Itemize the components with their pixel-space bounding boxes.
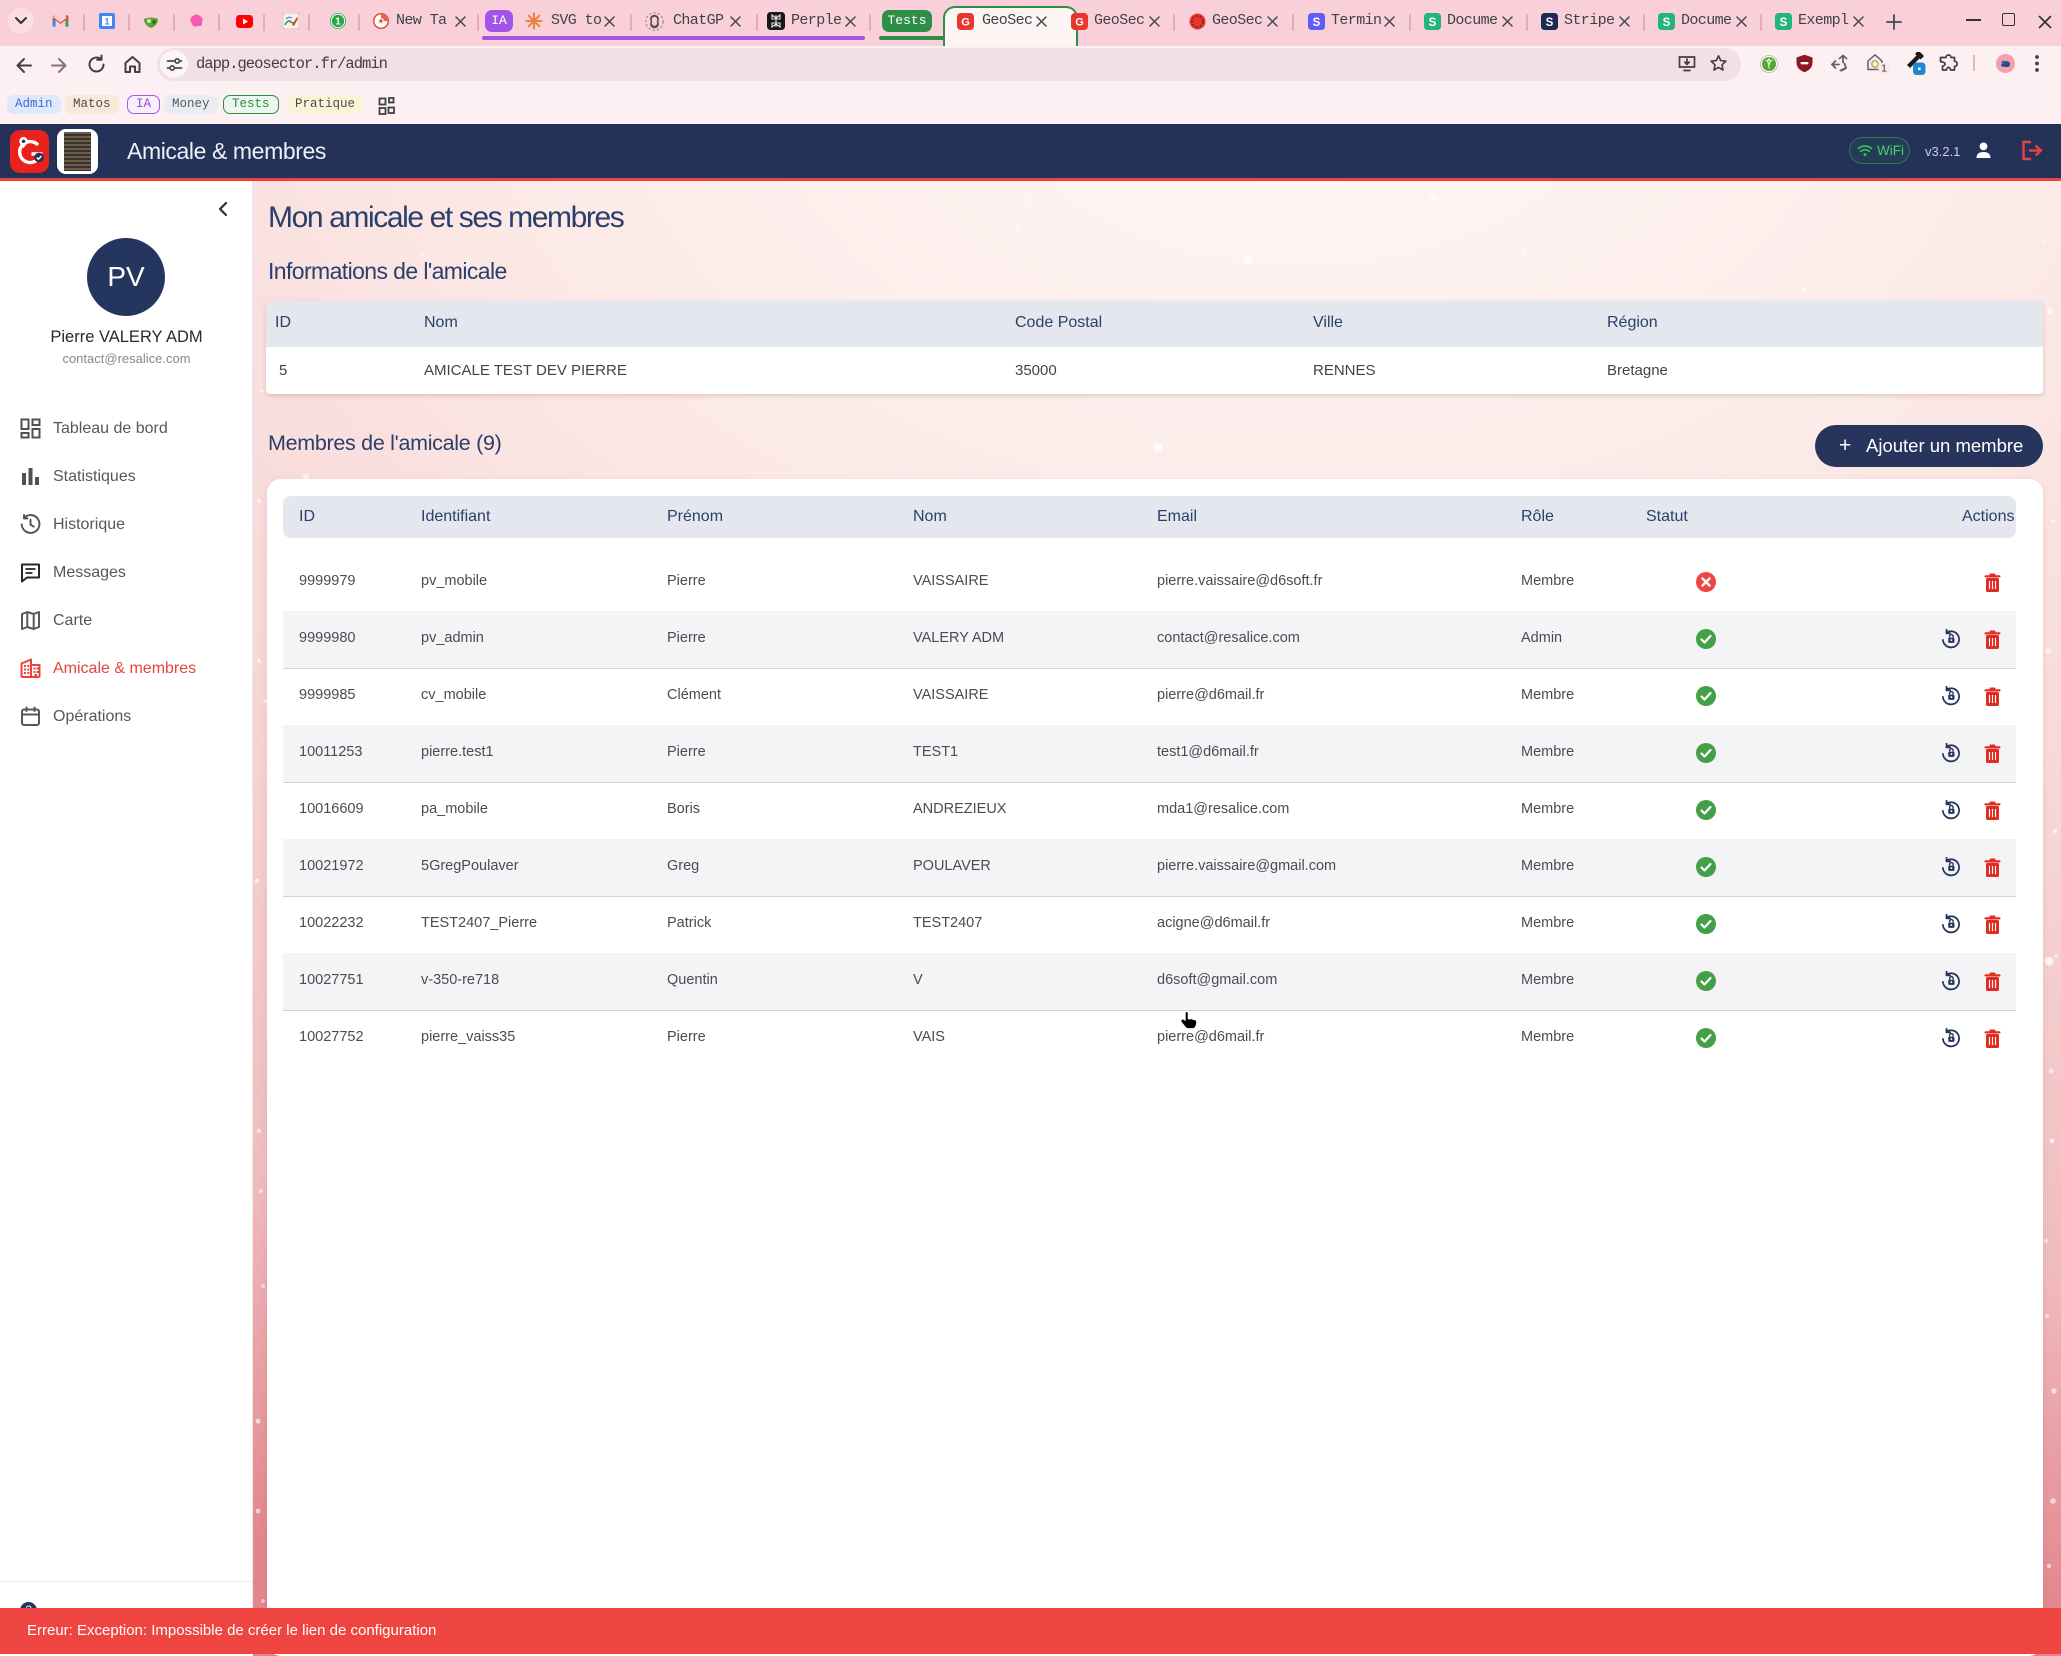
svg-text:1: 1 [335,17,341,28]
svg-text:1: 1 [104,17,109,27]
svg-text:1: 1 [1881,64,1887,74]
svg-text:S: S [1546,17,1554,29]
svg-text:S: S [1780,17,1788,29]
svg-text:G: G [1075,17,1084,29]
svg-text:S: S [1313,17,1321,29]
svg-text:S: S [1663,17,1671,29]
svg-text:G: G [961,17,970,29]
svg-text:S: S [1429,17,1437,29]
